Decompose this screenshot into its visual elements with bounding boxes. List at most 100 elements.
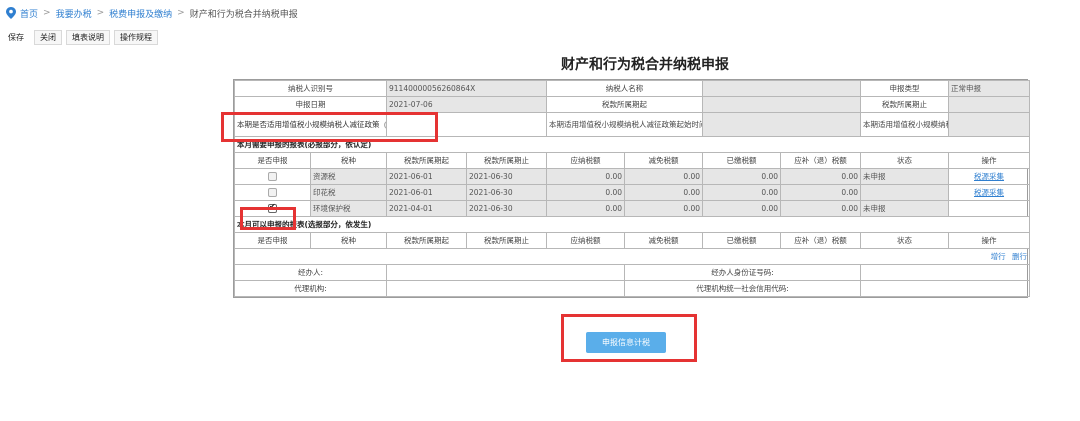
- status: 未申报: [860, 200, 950, 217]
- col-header: 税种: [310, 152, 387, 169]
- period-start-label: 税款所属期起: [546, 96, 704, 113]
- period-end: 2021-06-30: [465, 200, 548, 217]
- tax-name: 资源税: [310, 168, 387, 185]
- period-start: 2021-06-01: [386, 168, 467, 185]
- col-header: 操作: [948, 232, 1031, 249]
- required-section-title: 本月需要申报的报表(必报部分，依认定): [233, 136, 1031, 153]
- tax-source-collect-link[interactable]: 税源采集: [974, 188, 1004, 197]
- col-header: 税款所属期止: [465, 152, 548, 169]
- declare-checkbox[interactable]: [268, 188, 277, 197]
- col-header: 应纳税额: [546, 232, 626, 249]
- declare-date-value: 2021-07-06: [385, 96, 548, 113]
- add-row-link[interactable]: 增行: [991, 252, 1006, 261]
- agency-input[interactable]: [385, 280, 626, 297]
- col-header: 是否申报: [234, 232, 311, 249]
- breadcrumb-separator: >: [177, 8, 185, 18]
- period-start-value: [702, 96, 862, 113]
- col-header: 应补（退）税额: [780, 232, 862, 249]
- col-header: 减免税额: [624, 152, 704, 169]
- col-header: 应补（退）税额: [780, 152, 862, 169]
- col-header: 应纳税额: [546, 152, 626, 169]
- agency-code-input[interactable]: [860, 280, 1031, 297]
- close-button[interactable]: 关闭: [34, 30, 62, 45]
- declare-date-label: 申报日期: [234, 96, 387, 113]
- policy-start-value: [702, 112, 862, 137]
- col-header: 减免税额: [624, 232, 704, 249]
- col-header: 税款所属期起: [386, 152, 467, 169]
- optional-header-row: 是否申报 税种 税款所属期起 税款所属期止 应纳税额 减免税额 已缴税额 应补（…: [234, 232, 1031, 249]
- op-cell: [948, 200, 1031, 217]
- col-header: 已缴税额: [702, 152, 782, 169]
- payable-amount: 0.00: [546, 168, 626, 185]
- agency-label: 代理机构:: [234, 280, 387, 297]
- period-end-label: 税款所属期止: [860, 96, 950, 113]
- required-header-row: 是否申报 税种 税款所属期起 税款所属期止 应纳税额 减免税额 已缴税额 应补（…: [234, 152, 1031, 169]
- policy-blank: [385, 112, 548, 137]
- breadcrumb-separator: >: [96, 8, 105, 18]
- optional-section-title: 本月可以申报的报表(选报部分，依发生): [233, 216, 1031, 233]
- tax-name: 印花税: [310, 184, 387, 201]
- col-header: 是否申报: [234, 152, 311, 169]
- payable-amount: 0.00: [546, 200, 626, 217]
- status: [860, 184, 950, 201]
- agent-id-input[interactable]: [860, 264, 1031, 281]
- page-title: 财产和行为税合并纳税申报: [561, 57, 729, 73]
- taxpayer-name-value: [702, 80, 862, 97]
- toolbar: 保存 关闭 填表说明 操作规程: [2, 30, 162, 45]
- col-header: 状态: [860, 232, 950, 249]
- fill-instructions-button[interactable]: 填表说明: [66, 30, 110, 45]
- due-amount: 0.00: [780, 200, 862, 217]
- agency-code-label: 代理机构统一社会信用代码:: [624, 280, 862, 297]
- breadcrumb-current: 财产和行为税合并纳税申报: [189, 9, 298, 20]
- declare-type-value: 正常申报: [948, 80, 1031, 97]
- payable-amount: 0.00: [546, 184, 626, 201]
- col-header: 税款所属期起: [386, 232, 467, 249]
- col-header: 税款所属期止: [465, 232, 548, 249]
- relief-amount: 0.00: [624, 200, 704, 217]
- breadcrumb-home[interactable]: 首页: [20, 7, 38, 20]
- save-button[interactable]: 保存: [2, 30, 30, 45]
- period-start: 2021-04-01: [386, 200, 467, 217]
- policy-end-value: [948, 112, 1031, 137]
- declare-type-label: 申报类型: [860, 80, 950, 97]
- declare-checkbox-checked[interactable]: [268, 203, 277, 213]
- status: 未申报: [860, 168, 950, 185]
- relief-amount: 0.00: [624, 168, 704, 185]
- row-ops: 增行 删行: [233, 248, 1031, 265]
- table-row: 资源税 2021-06-01 2021-06-30 0.00 0.00 0.00…: [234, 168, 1031, 185]
- agent-id-label: 经办人身份证号码:: [624, 264, 862, 281]
- tax-name: 环境保护税: [310, 200, 387, 217]
- paid-amount: 0.00: [702, 200, 782, 217]
- tax-source-collect-link[interactable]: 税源采集: [974, 172, 1004, 181]
- period-end: 2021-06-30: [465, 184, 548, 201]
- period-end: 2021-06-30: [465, 168, 548, 185]
- due-amount: 0.00: [780, 184, 862, 201]
- col-header: 操作: [948, 152, 1031, 169]
- taxpayer-name-label: 纳税人名称: [546, 80, 704, 97]
- breadcrumb-tax-declare[interactable]: 税费申报及缴纳: [109, 7, 172, 20]
- due-amount: 0.00: [780, 168, 862, 185]
- period-end-value: [948, 96, 1031, 113]
- relief-amount: 0.00: [624, 184, 704, 201]
- policy-start-label: 本期适用增值税小规模纳税人减征政策起始时间: [546, 112, 704, 137]
- table-row: 环境保护税 2021-04-01 2021-06-30 0.00 0.00 0.…: [234, 200, 1031, 217]
- agent-input[interactable]: [385, 264, 626, 281]
- declaration-form: 纳税人识别号 91140000056260864X 纳税人名称 申报类型 正常申…: [233, 79, 1031, 298]
- col-header: 已缴税额: [702, 232, 782, 249]
- delete-row-link[interactable]: 删行: [1012, 252, 1027, 261]
- taxpayer-id-label: 纳税人识别号: [234, 80, 387, 97]
- calculate-tax-button[interactable]: 申报信息计税: [586, 332, 666, 353]
- breadcrumb-tax-office[interactable]: 我要办税: [56, 7, 92, 20]
- col-header: 状态: [860, 152, 950, 169]
- paid-amount: 0.00: [702, 184, 782, 201]
- col-header: 税种: [310, 232, 387, 249]
- policy-question-label: 本期是否适用增值税小规模纳税人减征政策: [237, 119, 380, 129]
- agent-label: 经办人:: [234, 264, 387, 281]
- taxpayer-id-value: 91140000056260864X: [385, 80, 548, 97]
- operation-rules-button[interactable]: 操作规程: [114, 30, 158, 45]
- breadcrumb-separator: >: [43, 8, 51, 18]
- declare-checkbox[interactable]: [268, 172, 277, 181]
- table-row: 印花税 2021-06-01 2021-06-30 0.00 0.00 0.00…: [234, 184, 1031, 201]
- period-start: 2021-06-01: [386, 184, 467, 201]
- policy-question-cell: 本期是否适用增值税小规模纳税人减征政策 是 否: [234, 112, 387, 137]
